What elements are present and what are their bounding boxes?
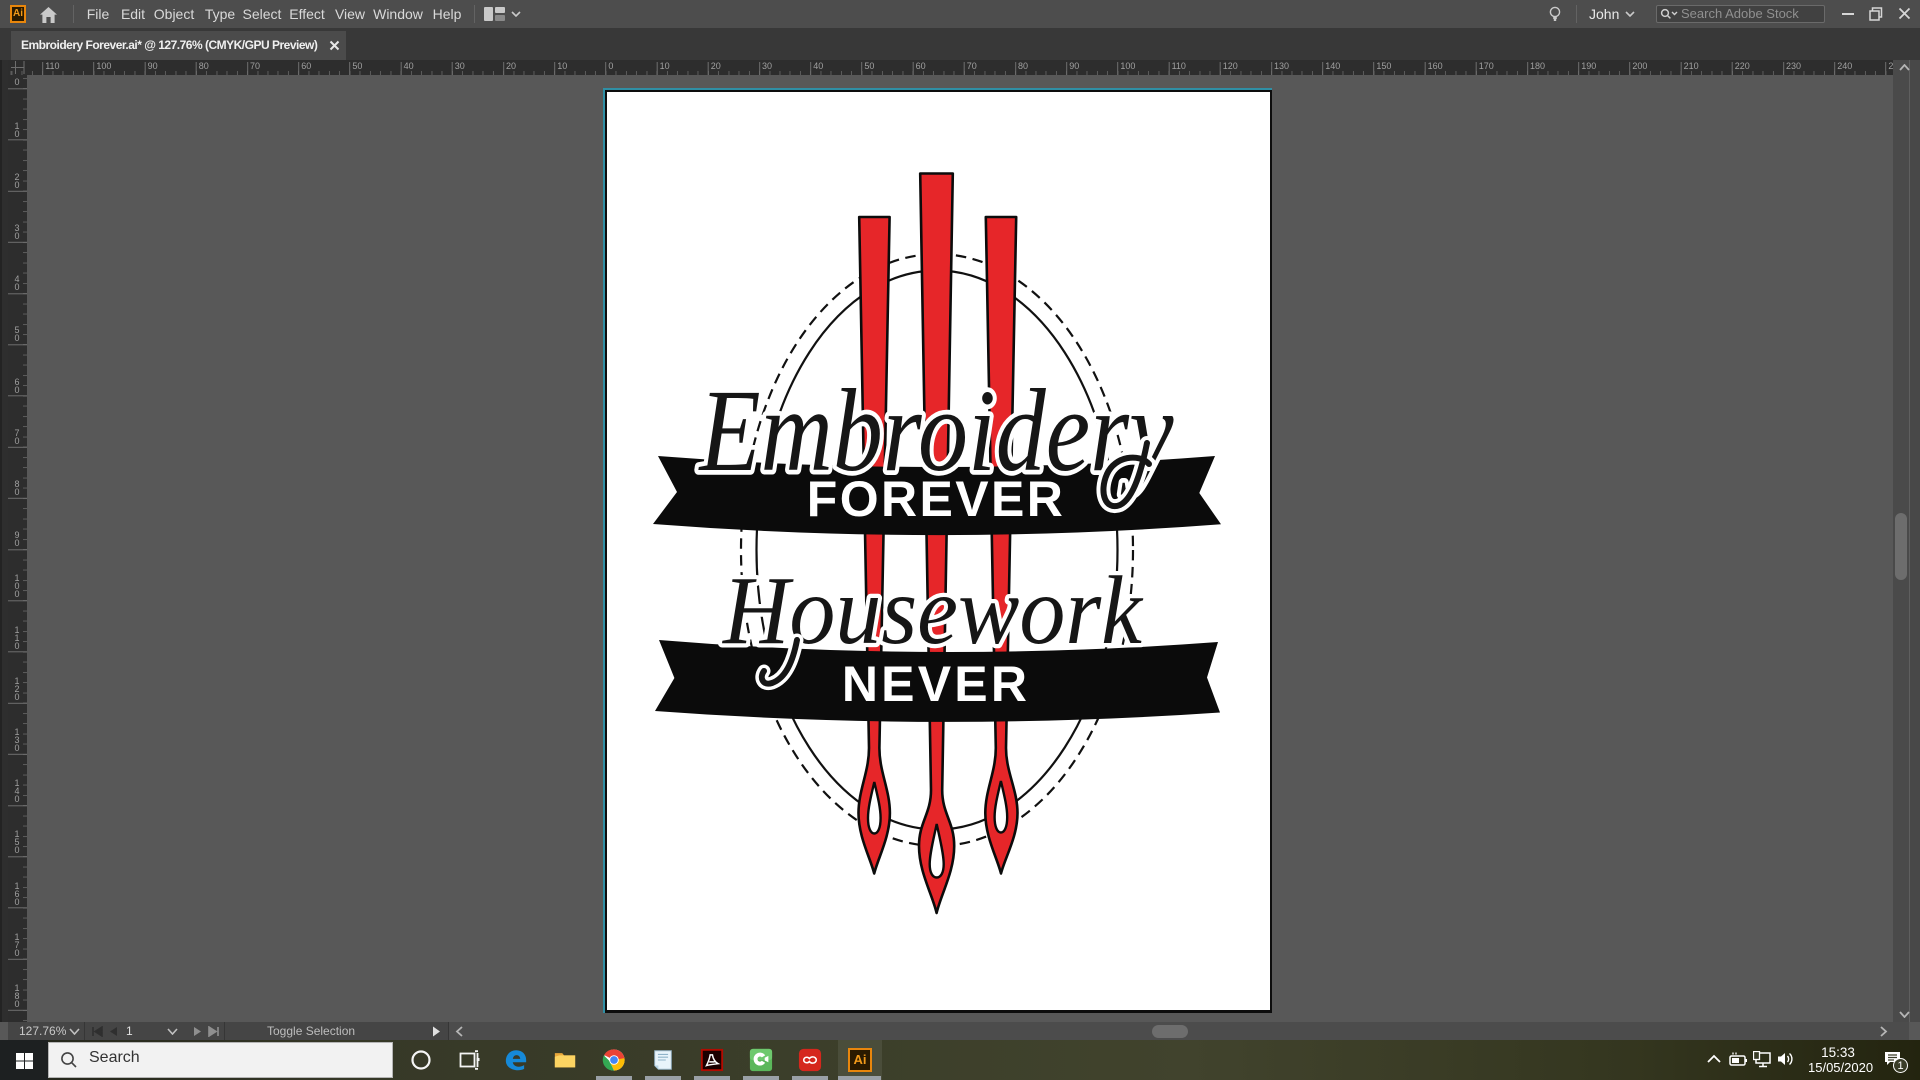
svg-text:Housework: Housework [721, 557, 1144, 665]
